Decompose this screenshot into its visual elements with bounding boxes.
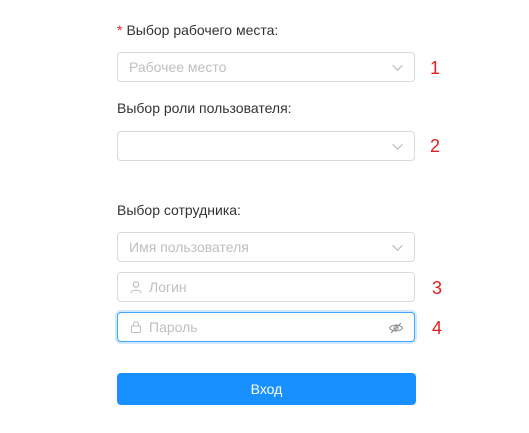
login-placeholder: Логин	[149, 279, 187, 295]
workplace-label-text: Выбор рабочего места:	[126, 22, 279, 38]
username-select[interactable]: Имя пользователя	[117, 232, 415, 262]
required-mark: *	[117, 22, 123, 38]
workplace-label: * Выбор рабочего места:	[117, 22, 278, 38]
annotation-1: 1	[430, 58, 441, 78]
password-placeholder: Пароль	[149, 319, 198, 335]
chevron-down-icon	[392, 244, 403, 252]
role-label: Выбор роли пользователя:	[117, 100, 292, 116]
annotation-4: 4	[432, 318, 443, 338]
employee-label: Выбор сотрудника:	[117, 202, 241, 218]
login-button[interactable]: Вход	[117, 373, 416, 405]
user-icon	[129, 280, 143, 294]
password-input[interactable]: Пароль	[117, 312, 415, 342]
chevron-down-icon	[392, 64, 403, 72]
chevron-down-icon	[392, 143, 403, 151]
role-select[interactable]	[117, 131, 415, 161]
workplace-placeholder: Рабочее место	[129, 59, 227, 75]
annotation-3: 3	[432, 278, 443, 298]
eye-invisible-icon[interactable]	[388, 320, 404, 336]
lock-icon	[129, 320, 143, 334]
annotation-2: 2	[430, 136, 441, 156]
workplace-select[interactable]: Рабочее место	[117, 52, 415, 82]
username-placeholder: Имя пользователя	[129, 239, 249, 255]
login-input[interactable]: Логин	[117, 272, 415, 302]
